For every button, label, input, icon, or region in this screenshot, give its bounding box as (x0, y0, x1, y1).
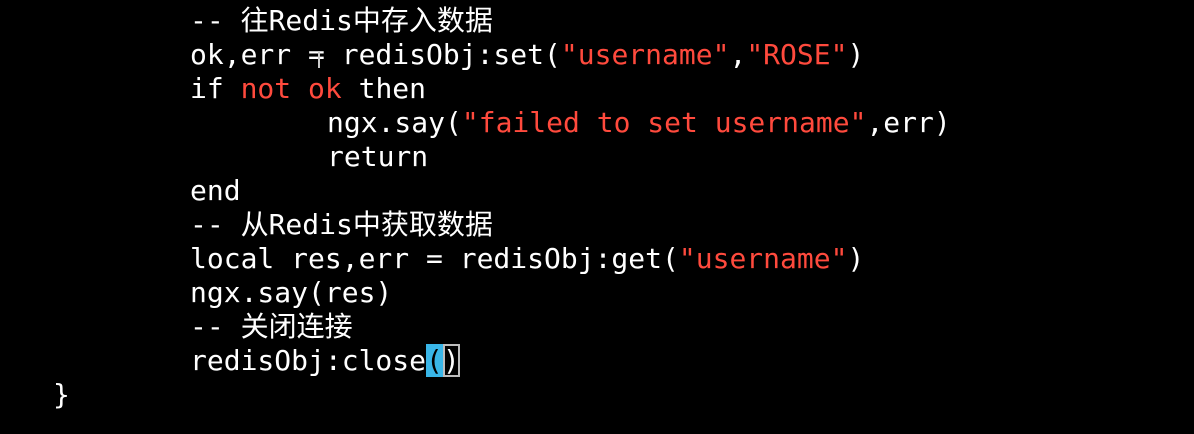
code-line[interactable]: end (190, 174, 241, 208)
code-token: ngx.say(res) (190, 276, 393, 309)
keyword-token: not ok (240, 72, 342, 105)
code-token: ngx.say( (327, 106, 462, 139)
matching-bracket: ) (442, 344, 460, 377)
text-cursor: ( (426, 344, 443, 377)
code-token: ,err) (866, 106, 951, 139)
code-line[interactable]: -- 往Redis中存入数据 (190, 4, 493, 38)
comment-token: -- 往Redis中存入数据 (190, 4, 493, 37)
code-line[interactable]: return (327, 140, 428, 174)
code-editor[interactable]: -- 往Redis中存入数据 ok,err = redisObj:set("us… (0, 0, 1194, 434)
code-line[interactable]: } (53, 378, 70, 412)
code-token: ) (847, 38, 865, 71)
code-line[interactable]: if not ok then (190, 72, 426, 106)
code-token: local res,err = redisObj:get( (190, 242, 679, 275)
code-line[interactable]: redisObj:close() (190, 344, 460, 378)
comment-token: -- 关闭连接 (190, 310, 353, 343)
code-token: then (341, 72, 427, 105)
code-token: , (729, 38, 747, 71)
code-line[interactable]: ngx.say("failed to set username",err) (327, 106, 951, 140)
code-token: } (53, 378, 70, 411)
code-line[interactable]: -- 从Redis中获取数据 (190, 208, 493, 242)
code-token: end (190, 174, 241, 207)
comment-token: -- 从Redis中获取数据 (190, 208, 493, 241)
string-token: "ROSE" (746, 38, 848, 71)
mouse-ibeam-cursor (318, 52, 324, 68)
string-token: "username" (560, 38, 730, 71)
string-token: "failed to set username" (461, 106, 867, 139)
code-token: if (190, 72, 241, 105)
string-token: "username" (678, 242, 848, 275)
code-line[interactable]: local res,err = redisObj:get("username") (190, 242, 864, 276)
code-token: ) (847, 242, 865, 275)
code-token: return (327, 140, 429, 173)
code-line[interactable]: -- 关闭连接 (190, 310, 353, 344)
code-line[interactable]: ngx.say(res) (190, 276, 392, 310)
code-token: ok,err = redisObj:set( (190, 38, 561, 71)
code-token: redisObj:close (190, 344, 427, 377)
code-line[interactable]: ok,err = redisObj:set("username","ROSE") (190, 38, 864, 72)
